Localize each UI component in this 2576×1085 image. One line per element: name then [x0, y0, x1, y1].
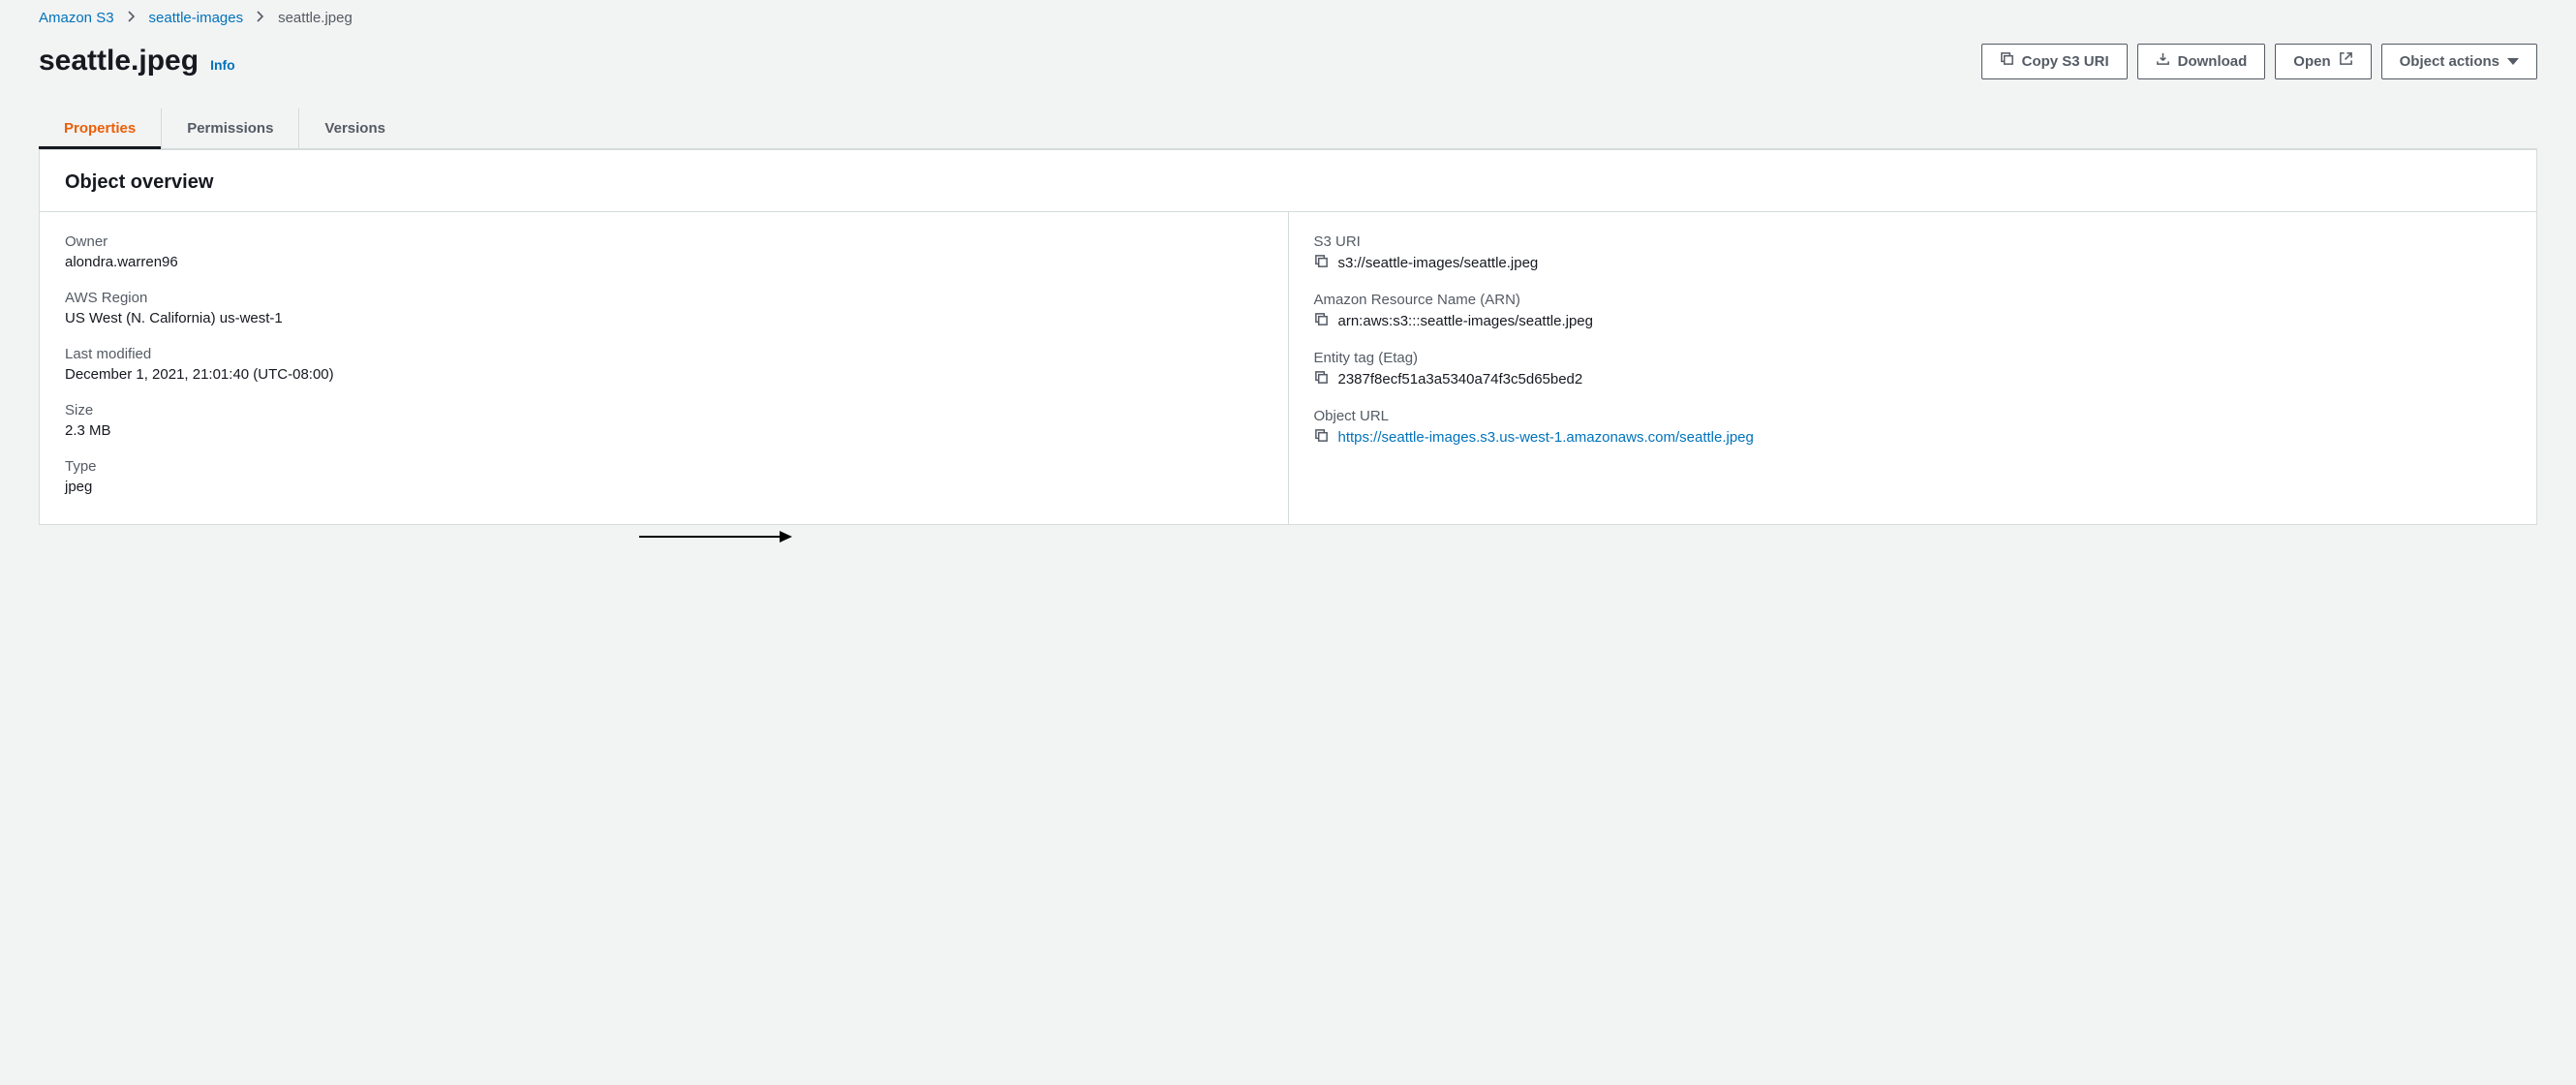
s3-uri-value: s3://seattle-images/seattle.jpeg [1338, 255, 1539, 271]
type-value: jpeg [65, 479, 1263, 495]
region-label: AWS Region [65, 290, 1263, 306]
owner-label: Owner [65, 233, 1263, 250]
chevron-right-icon [128, 10, 136, 26]
last-modified-label: Last modified [65, 346, 1263, 362]
etag-label: Entity tag (Etag) [1314, 350, 2512, 366]
object-overview-panel: Object overview Owner alondra.warren96 A… [39, 149, 2537, 525]
copy-s3-uri-button[interactable]: Copy S3 URI [1981, 44, 2128, 79]
object-actions-button[interactable]: Object actions [2381, 44, 2537, 79]
object-url-label: Object URL [1314, 408, 2512, 424]
tab-bar: Properties Permissions Versions [39, 108, 2537, 149]
tab-versions[interactable]: Versions [299, 108, 411, 148]
download-button[interactable]: Download [2137, 44, 2266, 79]
copy-icon [2000, 51, 2014, 72]
region-value: US West (N. California) us-west-1 [65, 310, 1263, 326]
object-actions-label: Object actions [2400, 52, 2499, 72]
open-button[interactable]: Open [2275, 44, 2371, 79]
type-label: Type [65, 458, 1263, 475]
copy-icon[interactable] [1314, 370, 1329, 388]
page-title: seattle.jpeg [39, 45, 199, 78]
copy-icon[interactable] [1314, 312, 1329, 330]
object-url-link[interactable]: https://seattle-images.s3.us-west-1.amaz… [1338, 429, 1754, 446]
overview-right-column: S3 URI s3://seattle-images/seattle.jpeg … [1289, 212, 2537, 524]
page-header: seattle.jpeg Info Copy S3 URI Download O… [39, 44, 2537, 108]
copy-icon[interactable] [1314, 254, 1329, 272]
owner-value: alondra.warren96 [65, 254, 1263, 270]
size-value: 2.3 MB [65, 422, 1263, 439]
panel-heading: Object overview [40, 150, 2536, 211]
arrow-annotation-icon [639, 527, 794, 546]
last-modified-value: December 1, 2021, 21:01:40 (UTC-08:00) [65, 366, 1263, 383]
caret-down-icon [2507, 52, 2519, 72]
s3-uri-label: S3 URI [1314, 233, 2512, 250]
overview-left-column: Owner alondra.warren96 AWS Region US Wes… [40, 212, 1289, 524]
tab-permissions[interactable]: Permissions [162, 108, 299, 148]
tab-properties[interactable]: Properties [39, 108, 162, 148]
download-icon [2156, 51, 2170, 72]
breadcrumb-bucket-link[interactable]: seattle-images [149, 10, 244, 26]
info-link[interactable]: Info [210, 57, 235, 73]
open-label: Open [2293, 52, 2330, 72]
breadcrumb: Amazon S3 seattle-images seattle.jpeg [39, 0, 2537, 44]
action-bar: Copy S3 URI Download Open Object actions [1981, 44, 2537, 79]
arn-label: Amazon Resource Name (ARN) [1314, 292, 2512, 308]
breadcrumb-root-link[interactable]: Amazon S3 [39, 10, 114, 26]
download-label: Download [2178, 52, 2248, 72]
chevron-right-icon [257, 10, 264, 26]
external-link-icon [2339, 51, 2353, 72]
copy-icon[interactable] [1314, 428, 1329, 447]
copy-s3-uri-label: Copy S3 URI [2022, 52, 2109, 72]
etag-value: 2387f8ecf51a3a5340a74f3c5d65bed2 [1338, 371, 1583, 388]
size-label: Size [65, 402, 1263, 418]
breadcrumb-current: seattle.jpeg [278, 10, 353, 26]
arn-value: arn:aws:s3:::seattle-images/seattle.jpeg [1338, 313, 1593, 329]
